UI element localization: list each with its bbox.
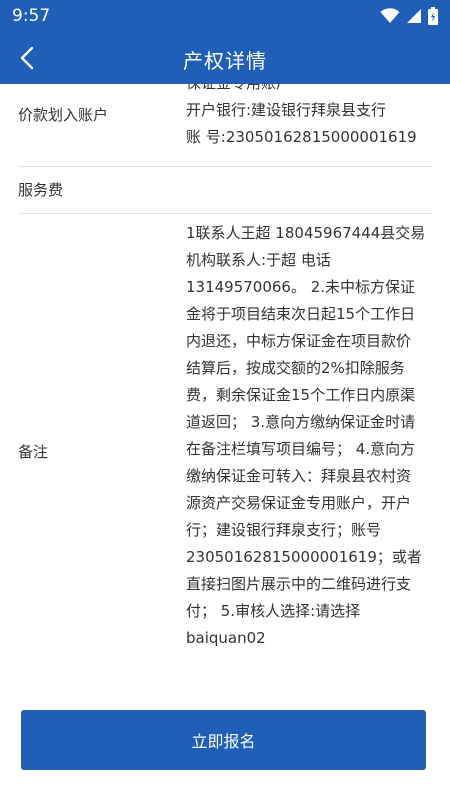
account-value: 保证金专用账户 开户银行:建设银行拜泉县支行 账 号:2305016281500… xyxy=(186,84,432,151)
remark-line: 缴纳保证金可转入：拜泉县农村资 xyxy=(186,467,412,485)
fee-label: 服务费 xyxy=(18,181,64,199)
register-button[interactable]: 立即报名 xyxy=(21,710,426,770)
account-label: 价款划入账户 xyxy=(18,106,109,124)
account-line: 保证金专用账户 xyxy=(186,84,432,97)
remark-line: 13149570066。 2.未中标方保证 xyxy=(186,278,416,296)
account-row: 价款划入账户 保证金专用账户 开户银行:建设银行拜泉县支行 账 号:230501… xyxy=(18,84,432,167)
remark-line: 机构联系人:于超 电话 xyxy=(186,251,331,269)
remark-line: 金将于项目结束次日起15个工作日 xyxy=(186,305,416,323)
fee-row: 服务费 xyxy=(18,166,432,214)
remark-label: 备注 xyxy=(18,443,49,461)
account-line: 开户银行:建设银行拜泉县支行 xyxy=(186,101,387,119)
remark-value: 1联系人王超 18045967444县交易 机构联系人:于超 电话 131495… xyxy=(186,220,432,652)
battery-icon xyxy=(428,7,438,25)
remark-line: 内退还，中标方保证金在项目款价 xyxy=(186,332,412,350)
page-title: 产权详情 xyxy=(183,49,267,73)
detail-list[interactable]: 价款划入账户 保证金专用账户 开户银行:建设银行拜泉县支行 账 号:230501… xyxy=(0,84,450,690)
remark-line: 1联系人王超 18045967444县交易 xyxy=(186,224,426,242)
remark-line: 源资产交易保证金专用账户，开户 xyxy=(186,494,412,512)
remark-line: 道返回； 3.意向方缴纳保证金时请 xyxy=(186,413,416,431)
status-bar: 9:57 xyxy=(0,0,450,32)
bottom-action-bar: 立即报名 xyxy=(0,690,450,800)
remark-row: 备注 1联系人王超 18045967444县交易 机构联系人:于超 电话 131… xyxy=(18,213,432,690)
remark-line: 费，剩余保证金15个工作日内原渠 xyxy=(186,386,416,404)
wifi-icon xyxy=(380,8,400,23)
signal-icon xyxy=(407,9,421,23)
remark-line: 23050162815000001619；或者 xyxy=(186,548,422,566)
status-time: 9:57 xyxy=(12,6,51,26)
app-bar: 产权详情 xyxy=(0,32,450,84)
remark-line: baiquan02 xyxy=(186,629,266,647)
remark-line: 直接扫图片展示中的二维码进行支 xyxy=(186,575,412,593)
status-icons xyxy=(380,7,438,25)
remark-line: 在备注栏填写项目编号； 4.意向方 xyxy=(186,440,416,458)
account-line: 账 号:23050162815000001619 xyxy=(186,128,417,146)
remark-line: 行；建设银行拜泉支行；账号 xyxy=(186,521,382,539)
remark-line: 付； 5.审核人选择:请选择 xyxy=(186,602,361,620)
remark-line: 结算后，按成交额的2%扣除服务 xyxy=(186,359,405,377)
